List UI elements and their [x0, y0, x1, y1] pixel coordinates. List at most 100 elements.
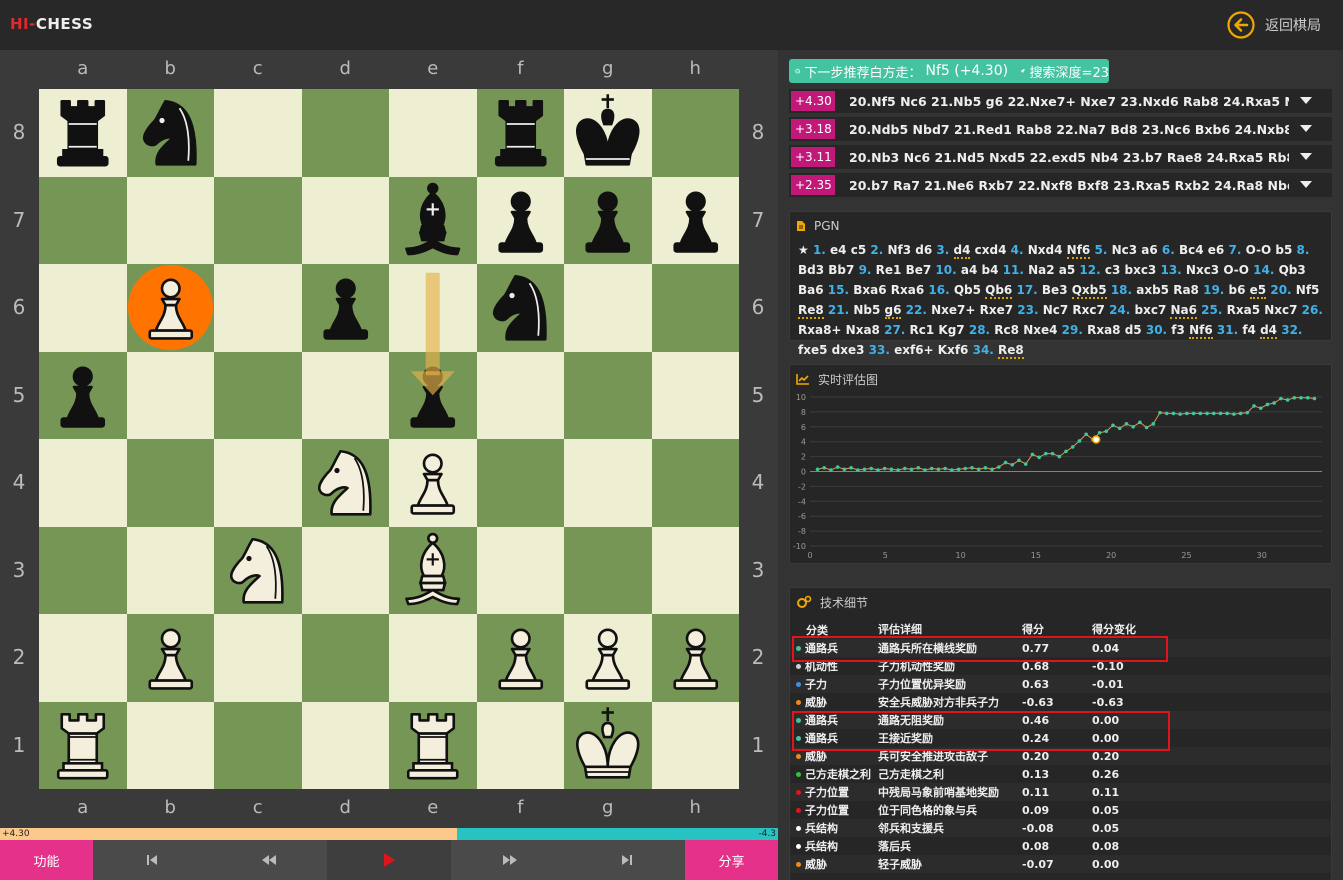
board-square[interactable]	[651, 439, 739, 527]
pgn-move[interactable]: O-O	[1246, 243, 1272, 257]
expand-caret-icon[interactable]	[1300, 181, 1312, 188]
board-square[interactable]	[564, 526, 652, 614]
pgn-move[interactable]: Qxb5	[1071, 283, 1107, 299]
board-square[interactable]	[39, 526, 127, 614]
board-square[interactable]	[476, 439, 564, 527]
pgn-move[interactable]: d5	[1125, 323, 1142, 337]
pgn-move[interactable]: O-O	[1223, 263, 1249, 277]
pgn-move[interactable]: Bxa6	[853, 283, 886, 297]
pgn-move[interactable]: Nf6	[1066, 243, 1091, 259]
black-pawn-piece[interactable]	[302, 264, 390, 352]
pgn-move[interactable]: bxc3	[1124, 263, 1156, 277]
board-square[interactable]	[39, 439, 127, 527]
black-king-piece[interactable]	[564, 89, 652, 177]
pgn-move[interactable]: a5	[1059, 263, 1075, 277]
white-rook-piece[interactable]	[39, 702, 127, 790]
play-button[interactable]	[327, 840, 451, 880]
pgn-move[interactable]: Nxe4	[1023, 323, 1057, 337]
board-square[interactable]	[301, 351, 389, 439]
board-square[interactable]	[301, 526, 389, 614]
board-square[interactable]	[39, 176, 127, 264]
pgn-move[interactable]: e6	[1208, 243, 1225, 257]
white-pawn-piece[interactable]	[127, 614, 215, 702]
board-square[interactable]	[214, 176, 302, 264]
pgn-move[interactable]: exf6+	[894, 343, 934, 357]
pgn-move[interactable]: Qb6	[985, 283, 1013, 299]
black-bishop-piece[interactable]	[389, 177, 477, 265]
white-pawn-piece[interactable]	[477, 614, 565, 702]
white-knight-piece[interactable]	[302, 439, 390, 527]
pgn-move[interactable]: Nc7	[1043, 303, 1069, 317]
white-king-piece[interactable]	[564, 702, 652, 790]
pgn-move[interactable]: Rc1	[910, 323, 935, 337]
pgn-move[interactable]: Rxe7	[980, 303, 1013, 317]
white-bishop-piece[interactable]	[389, 527, 477, 615]
pgn-move[interactable]: Nxc3	[1186, 263, 1219, 277]
pgn-move[interactable]: Be3	[1042, 283, 1068, 297]
pgn-move[interactable]: b6	[1229, 283, 1246, 297]
pgn-move[interactable]: Nxa8	[846, 323, 880, 337]
back-to-game-button[interactable]: 返回棋局	[1227, 10, 1321, 40]
pgn-move[interactable]: Na6	[1170, 303, 1197, 319]
board-square[interactable]	[214, 614, 302, 702]
board-square[interactable]	[126, 176, 214, 264]
board-square[interactable]	[126, 526, 214, 614]
board-square[interactable]	[389, 264, 477, 352]
board-square[interactable]	[476, 526, 564, 614]
board-square[interactable]	[389, 89, 477, 177]
expand-caret-icon[interactable]	[1300, 97, 1312, 104]
pgn-move[interactable]: a4	[961, 263, 977, 277]
white-pawn-piece[interactable]	[564, 614, 652, 702]
expand-caret-icon[interactable]	[1300, 125, 1312, 132]
pgn-move[interactable]: cxd4	[975, 243, 1007, 257]
white-pawn-piece[interactable]	[389, 439, 477, 527]
pgn-move[interactable]: Rxa6	[891, 283, 924, 297]
board-square[interactable]	[301, 701, 389, 789]
pgn-move[interactable]: Nxe7+	[931, 303, 975, 317]
board-square[interactable]	[301, 89, 389, 177]
board-square[interactable]	[564, 439, 652, 527]
pgn-move[interactable]: Kxf6	[938, 343, 969, 357]
first-move-button[interactable]	[93, 840, 210, 880]
board-square[interactable]	[214, 89, 302, 177]
pgn-move[interactable]: g6	[884, 303, 902, 319]
pgn-move[interactable]: Re1	[876, 263, 902, 277]
pgn-move[interactable]: Na2	[1028, 263, 1055, 277]
black-rook-piece[interactable]	[477, 89, 565, 177]
black-knight-piece[interactable]	[477, 264, 565, 352]
pgn-move[interactable]: Rc8	[994, 323, 1019, 337]
pgn-move[interactable]: axb5	[1136, 283, 1169, 297]
board-square[interactable]	[476, 351, 564, 439]
black-pawn-piece[interactable]	[652, 177, 740, 265]
black-pawn-piece[interactable]	[39, 352, 127, 440]
last-move-button[interactable]	[568, 840, 685, 880]
pgn-move[interactable]: Nf6	[1189, 323, 1213, 339]
pgn-move[interactable]: f3	[1171, 323, 1185, 337]
pgn-move[interactable]: e5	[1249, 283, 1267, 299]
board-square[interactable]	[389, 614, 477, 702]
pgn-move[interactable]: b5	[1275, 243, 1292, 257]
pgn-move[interactable]: d4	[1260, 323, 1278, 339]
pgn-move[interactable]: f4	[1242, 323, 1256, 337]
pgn-move[interactable]: bxc7	[1135, 303, 1167, 317]
pgn-move[interactable]: Bd3	[798, 263, 824, 277]
pgn-move[interactable]: Kg7	[938, 323, 964, 337]
pgn-move[interactable]: e4	[830, 243, 847, 257]
pgn-move[interactable]: Rxc7	[1072, 303, 1104, 317]
white-pawn-piece[interactable]	[652, 614, 740, 702]
pgn-move[interactable]: Re8	[998, 343, 1024, 359]
white-rook-piece[interactable]	[389, 702, 477, 790]
pgn-move[interactable]: c3	[1105, 263, 1120, 277]
black-knight-piece[interactable]	[127, 89, 215, 177]
black-rook-piece[interactable]	[39, 89, 127, 177]
function-button[interactable]: 功能	[0, 840, 93, 880]
pgn-move[interactable]: Rxa8	[1087, 323, 1120, 337]
board-square[interactable]	[651, 351, 739, 439]
chess-board[interactable]	[39, 89, 739, 789]
pgn-move[interactable]: Ba6	[798, 283, 824, 297]
pgn-move[interactable]: dxe3	[832, 343, 865, 357]
board-square[interactable]	[126, 351, 214, 439]
board-square[interactable]	[39, 264, 127, 352]
pgn-move[interactable]: Nxc7	[1264, 303, 1297, 317]
share-button[interactable]: 分享	[685, 840, 778, 880]
